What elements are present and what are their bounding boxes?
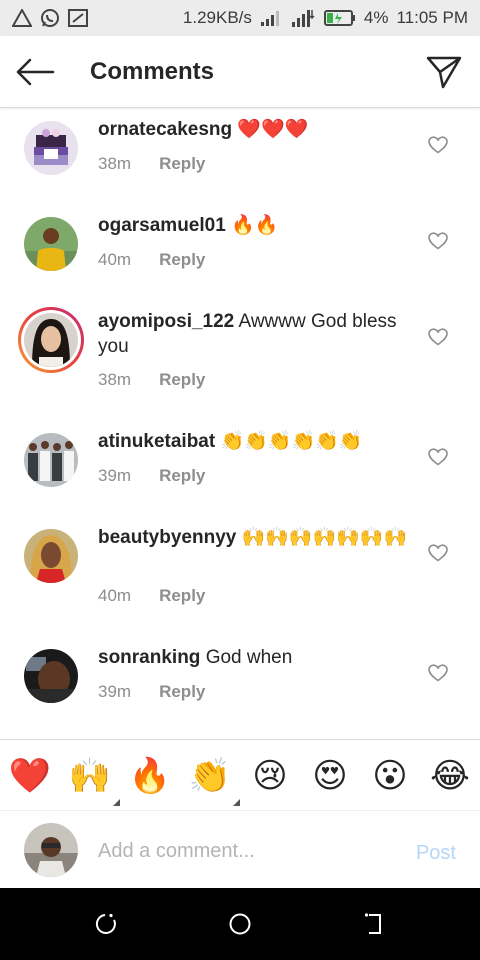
avatar [24,313,78,367]
comment-input[interactable] [98,832,398,870]
reply-button[interactable]: Reply [159,586,205,606]
reply-button[interactable]: Reply [159,154,205,174]
comment-text: ornatecakesng ❤️❤️❤️ [98,117,408,142]
app-header: Comments [0,36,480,108]
network-speed: 1.29KB/s [182,8,252,27]
comment-username[interactable]: atinuketaibat [98,431,215,452]
emoji-fire-button[interactable]: 🔥 [128,754,172,798]
warning-icon [12,9,32,27]
heart-outline-icon [428,136,448,154]
status-bar: 1.29KB/s 4% 11:05 PM [0,0,480,36]
emoji-surprised-button[interactable]: 😮 [368,754,412,798]
comment-meta: 39m Reply [98,682,205,702]
avatar[interactable] [24,433,78,487]
heart-outline-icon [428,544,448,562]
reply-button[interactable]: Reply [159,466,205,486]
comment-body: 🙌🙌🙌🙌🙌🙌🙌 [241,527,408,548]
comment-body: ❤️❤️❤️ [237,119,309,140]
comments-list[interactable]: ornatecakesng ❤️❤️❤️ 38m Reply ogarsamue… [0,109,480,739]
screenshot-icon [68,9,88,27]
share-button[interactable] [424,52,464,92]
comment-time: 39m [98,682,132,701]
back-nav-button[interactable] [360,910,388,938]
avatar-story-ring[interactable] [18,307,84,373]
post-button[interactable]: Post [416,842,456,865]
heart-outline-icon [428,328,448,346]
comment-username[interactable]: ornatecakesng [98,119,232,140]
comment-meta: 38m Reply [98,154,205,174]
avatar[interactable] [24,649,78,703]
emoji-raised-hands-button[interactable]: 🙌 [68,754,120,806]
reply-button[interactable]: Reply [159,682,205,702]
comment-username[interactable]: ogarsamuel01 [98,215,226,236]
emoji-quick-bar: ❤️ 🙌 🔥 👏 😢 😍 😮 😂 [0,739,480,811]
current-user-avatar [24,823,78,877]
direct-send-icon [426,56,462,89]
comment-username[interactable]: beautybyennyy [98,527,236,548]
arrow-left-icon [16,58,55,86]
heart-outline-icon [428,664,448,682]
clock: 11:05 PM [396,8,468,27]
skin-tone-indicator [113,799,120,806]
avatar[interactable] [24,217,78,271]
comment-text: ayomiposi_122 Awwww God bless you [98,309,408,359]
emoji-heart-eyes-button[interactable]: 😍 [308,754,352,798]
recent-apps-button[interactable] [93,910,121,938]
like-button[interactable] [426,326,450,348]
comment-time: 38m [98,370,132,389]
signal-icon [260,10,282,26]
emoji-heart-button[interactable]: ❤️ [8,754,52,798]
comment-username[interactable]: sonranking [98,647,200,668]
like-button[interactable] [426,446,450,468]
like-button[interactable] [426,230,450,252]
whatsapp-icon [40,8,60,28]
battery-icon [323,10,356,26]
emoji-laughing-button[interactable]: 😂 [428,754,472,798]
comment-time: 39m [98,466,132,485]
emoji-crying-button[interactable]: 😢 [248,754,292,798]
like-button[interactable] [426,662,450,684]
reply-button[interactable]: Reply [159,370,205,390]
comment-text: sonranking God when [98,645,408,670]
emoji-raised-hands-icon: 🙌 [68,757,112,795]
battery-percent: 4% [363,8,389,27]
comment-meta: 40m Reply [98,250,205,270]
home-circle-icon [229,913,251,935]
comment-text: atinuketaibat 👏👏👏👏👏👏 [98,429,408,454]
comment-username[interactable]: ayomiposi_122 [98,311,234,332]
comment-body: 🔥🔥 [231,215,279,236]
comment-body: 👏👏👏👏👏👏 [220,431,363,452]
signal-4g-icon [290,8,316,28]
comment-text: ogarsamuel01 🔥🔥 [98,213,408,238]
heart-outline-icon [428,232,448,250]
back-button[interactable] [14,52,56,92]
comment-composer: Post [0,812,480,888]
comment-time: 38m [98,154,132,173]
back-nav-icon [364,913,381,934]
skin-tone-indicator [233,799,240,806]
comment-text: beautybyennyy 🙌🙌🙌🙌🙌🙌🙌 [98,525,408,550]
heart-outline-icon [428,448,448,466]
like-button[interactable] [426,134,450,156]
reply-button[interactable]: Reply [159,250,205,270]
comment-meta: 39m Reply [98,466,205,486]
avatar[interactable] [24,529,78,583]
page-title: Comments [90,58,215,85]
comment-meta: 40m Reply [98,586,205,606]
comment-time: 40m [98,586,132,605]
home-button[interactable] [226,910,254,938]
recent-apps-icon [95,913,116,934]
avatar[interactable] [24,121,78,175]
emoji-clapping-button[interactable]: 👏 [188,754,240,806]
comment-body: God when [205,647,293,668]
like-button[interactable] [426,542,450,564]
emoji-clapping-icon: 👏 [188,757,232,795]
comment-time: 40m [98,250,132,269]
comment-meta: 38m Reply [98,370,205,390]
system-navigation-bar [0,888,480,960]
